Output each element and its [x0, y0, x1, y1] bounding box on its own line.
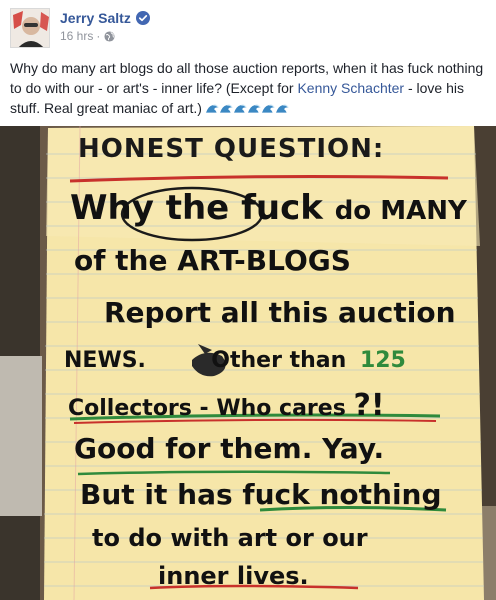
wave-emoji-icon — [233, 104, 247, 113]
wave-emoji-icon — [275, 104, 289, 113]
mention-link[interactable]: Kenny Schachter — [297, 80, 404, 96]
post-photo[interactable]: HONEST QUESTION: Why the fuck do MANY of… — [0, 126, 496, 600]
note-line-2-circled: the fuck — [165, 188, 323, 228]
note-line-3: of the ART-BLOGS — [74, 244, 351, 277]
note-line-2: Why the fuck do MANY — [70, 188, 467, 228]
author-row: Jerry Saltz — [60, 8, 150, 28]
note-line-2-why: Why — [70, 188, 154, 228]
note-line-8: But it has fuck nothing — [80, 478, 442, 511]
note-line-8-underlined: fuck nothing — [242, 478, 442, 511]
avatar[interactable] — [10, 8, 50, 48]
verified-badge-icon — [135, 11, 150, 25]
globe-icon[interactable] — [104, 30, 115, 42]
note-line-5-news: NEWS. — [64, 348, 146, 373]
wave-emoji-icon — [205, 104, 219, 113]
note-line-5-other: Other than — [211, 348, 347, 373]
wave-emoji-group — [205, 100, 290, 120]
note-line-6-cares: cares — [279, 396, 346, 421]
post-timestamp[interactable]: 16 hrs — [60, 29, 93, 43]
wave-emoji-icon — [261, 104, 275, 113]
note-line-6: Collectors - Who cares ?! — [68, 388, 385, 423]
note-line-2-rest: do MANY — [334, 196, 467, 226]
note-line-4: Report all this auction — [104, 296, 456, 329]
meta-separator: · — [96, 29, 101, 43]
wave-emoji-icon — [247, 104, 261, 113]
post-header: Jerry Saltz 16 hrs · Why do many art blo… — [0, 0, 496, 126]
note-line-10: inner lives. — [158, 562, 309, 590]
note-line-6-punct: ?! — [353, 388, 385, 423]
note-line-6-collectors: Collectors - Who — [68, 396, 272, 421]
note-line-7: Good for them. Yay. — [74, 432, 385, 465]
note-line-9: to do with art or our — [92, 524, 368, 552]
author-name[interactable]: Jerry Saltz — [60, 10, 131, 26]
post-text: Why do many art blogs do all those aucti… — [10, 58, 486, 120]
note-line-5-number: 125 — [359, 348, 406, 373]
note-line-8-start: But it has — [80, 478, 233, 511]
post-meta: 16 hrs · — [60, 28, 115, 44]
wave-emoji-icon — [219, 104, 233, 113]
note-line-5: NEWS. Other than 125 — [64, 348, 406, 373]
note-line-1: HONEST QUESTION: — [78, 134, 385, 164]
